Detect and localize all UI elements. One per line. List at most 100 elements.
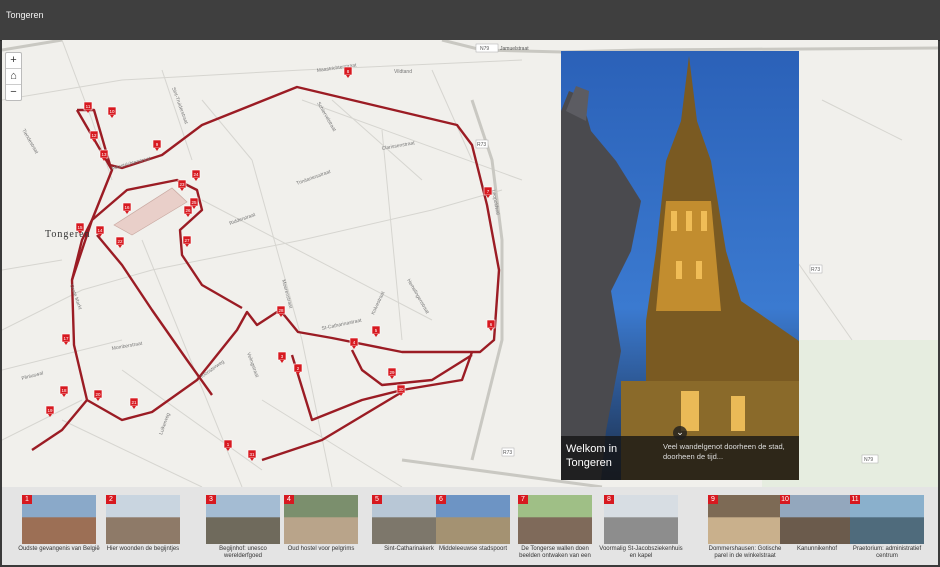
carousel-thumbnail <box>850 495 924 544</box>
map-marker-18[interactable]: 18 <box>59 385 69 397</box>
svg-text:R73: R73 <box>477 142 486 148</box>
map-marker-20[interactable]: 20 <box>93 389 103 401</box>
svg-text:13: 13 <box>101 152 107 157</box>
map-marker-24[interactable]: 24 <box>191 169 201 181</box>
map-marker-16[interactable]: 16 <box>122 202 132 214</box>
carousel-number-badge: 4 <box>284 495 294 504</box>
carousel-number-badge: 1 <box>22 495 32 504</box>
chevron-down-icon[interactable]: ⌄ <box>673 426 687 440</box>
carousel-number-badge: 6 <box>436 495 446 504</box>
map-marker-22[interactable]: 22 <box>115 236 125 248</box>
map-marker-26[interactable]: 26 <box>183 205 193 217</box>
carousel-number-badge: 3 <box>206 495 216 504</box>
svg-text:14: 14 <box>97 228 103 233</box>
map-marker-10[interactable]: 10 <box>107 106 117 118</box>
walking-route <box>31 85 501 462</box>
featured-photo-panel[interactable]: ⌄ Welkom in Tongeren Veel wandelgenot do… <box>561 51 799 480</box>
svg-text:19: 19 <box>47 408 53 413</box>
map-marker-5[interactable]: 5 <box>371 325 381 337</box>
carousel-item-1[interactable]: 1 Oudste gevangenis van België <box>18 495 100 563</box>
svg-text:Sint-Truiderstraat: Sint-Truiderstraat <box>170 87 189 126</box>
svg-text:Ridderstraat: Ridderstraat <box>229 212 257 227</box>
svg-text:St-Catharinastraat: St-Catharinastraat <box>321 318 363 332</box>
svg-text:Hemelingenstraat: Hemelingenstraat <box>405 278 430 315</box>
carousel-label: Oudste gevangenis van België <box>18 546 100 552</box>
map-marker-19[interactable]: 19 <box>45 405 55 417</box>
carousel-item-11[interactable]: 11 Praetorium: administratief centrum <box>850 495 928 563</box>
svg-text:R73: R73 <box>811 267 820 273</box>
svg-text:Momberstraat: Momberstraat <box>111 341 143 352</box>
svg-text:Kolvestraat: Kolvestraat <box>370 290 386 316</box>
markers-layer: 1234567891011121314151617181920212223242… <box>45 66 496 461</box>
svg-text:22: 22 <box>117 239 123 244</box>
carousel-item-7[interactable]: 7 De Tongerse wallen doen beelden ontwake… <box>518 495 596 563</box>
map-marker-27[interactable]: 27 <box>182 235 192 247</box>
carousel-thumbnail <box>22 495 96 544</box>
svg-text:27: 27 <box>184 238 190 243</box>
map-marker-23[interactable]: 23 <box>177 179 187 191</box>
svg-text:18: 18 <box>61 388 67 393</box>
map-marker-1[interactable]: 1 <box>223 439 233 451</box>
svg-text:Vildtand: Vildtand <box>394 69 412 75</box>
map-marker-29[interactable]: 29 <box>387 367 397 379</box>
photo-description: Veel wandelgenot doorheen de stad, doorh… <box>663 442 785 461</box>
svg-text:25: 25 <box>191 200 197 205</box>
map-marker-2[interactable]: 2 <box>293 363 303 375</box>
svg-text:Jamuelstraat: Jamuelstraat <box>500 46 529 52</box>
svg-text:R73: R73 <box>503 450 512 456</box>
carousel-item-8[interactable]: 8 Voormalig St-Jacobsziekenhuis en kapel <box>599 495 683 563</box>
svg-text:Moerenstraat: Moerenstraat <box>280 279 294 310</box>
svg-text:Trinitariersstraat: Trinitariersstraat <box>296 169 332 187</box>
featured-photo <box>561 51 799 480</box>
map-zoom-control: + ⌂ − <box>5 52 22 101</box>
svg-text:31: 31 <box>249 452 255 457</box>
carousel-item-6[interactable]: 6 Middeleeuwse stadspoort <box>436 495 514 563</box>
carousel-thumbnail <box>436 495 510 544</box>
carousel-label: Middeleeuwse stadspoort <box>438 546 508 552</box>
map-marker-9[interactable]: 9 <box>152 139 162 151</box>
photo-caption: ⌄ Welkom in Tongeren Veel wandelgenot do… <box>561 426 799 480</box>
home-button[interactable]: ⌂ <box>6 69 21 85</box>
map-marker-11[interactable]: 11 <box>83 101 93 113</box>
carousel-number-badge: 7 <box>518 495 528 504</box>
carousel-label: Hier woonden de begijntjes <box>106 546 180 552</box>
carousel-thumbnail <box>780 495 854 544</box>
map-marker-31[interactable]: 31 <box>247 449 257 461</box>
carousel-number-badge: 8 <box>604 495 614 504</box>
carousel-label: Begijnhof: unesco werelderfgoed <box>219 546 267 559</box>
carousel-item-2[interactable]: 2 Hier woonden de begijntjes <box>106 495 184 563</box>
svg-text:23: 23 <box>179 182 185 187</box>
title-bar: Tongeren <box>0 0 940 41</box>
map-marker-21[interactable]: 21 <box>129 397 139 409</box>
map-marker-12[interactable]: 12 <box>89 130 99 142</box>
app-title: Tongeren <box>6 10 44 20</box>
zoom-out-button[interactable]: − <box>6 85 21 100</box>
carousel-number-badge: 11 <box>850 495 860 504</box>
svg-text:Pliniuswal: Pliniuswal <box>21 370 44 382</box>
svg-text:11: 11 <box>86 104 91 109</box>
svg-text:Tiendestraat: Tiendestraat <box>20 128 39 155</box>
carousel-label: Oud hostel voor pelgrims <box>287 546 355 552</box>
svg-text:N79: N79 <box>480 46 489 52</box>
svg-text:Clarissenstraat: Clarissenstraat <box>381 140 415 152</box>
carousel-thumbnail <box>518 495 592 544</box>
svg-text:10: 10 <box>109 109 115 114</box>
carousel-item-4[interactable]: 4 Oud hostel voor pelgrims <box>284 495 362 563</box>
carousel-item-3[interactable]: 3 Begijnhof: unesco werelderfgoed <box>206 495 284 563</box>
svg-text:Schiervelstraat: Schiervelstraat <box>315 101 337 133</box>
svg-text:30: 30 <box>398 387 404 392</box>
map-marker-8[interactable]: 8 <box>343 66 353 78</box>
carousel-thumbnail <box>206 495 280 544</box>
carousel-label: De Tongerse wallen doen beelden ontwaken… <box>519 546 591 559</box>
svg-text:29: 29 <box>389 370 395 375</box>
photo-title: Welkom in Tongeren <box>566 443 618 469</box>
carousel-thumbnail <box>106 495 180 544</box>
carousel-thumbnail <box>284 495 358 544</box>
map-marker-17[interactable]: 17 <box>61 333 71 345</box>
zoom-in-button[interactable]: + <box>6 53 21 69</box>
map-marker-3[interactable]: 3 <box>277 351 287 363</box>
carousel-label: Praetorium: administratief centrum <box>852 546 922 559</box>
svg-text:Luikerweg: Luikerweg <box>158 412 172 436</box>
map-marker-4[interactable]: 4 <box>349 337 359 349</box>
svg-text:21: 21 <box>131 400 137 405</box>
